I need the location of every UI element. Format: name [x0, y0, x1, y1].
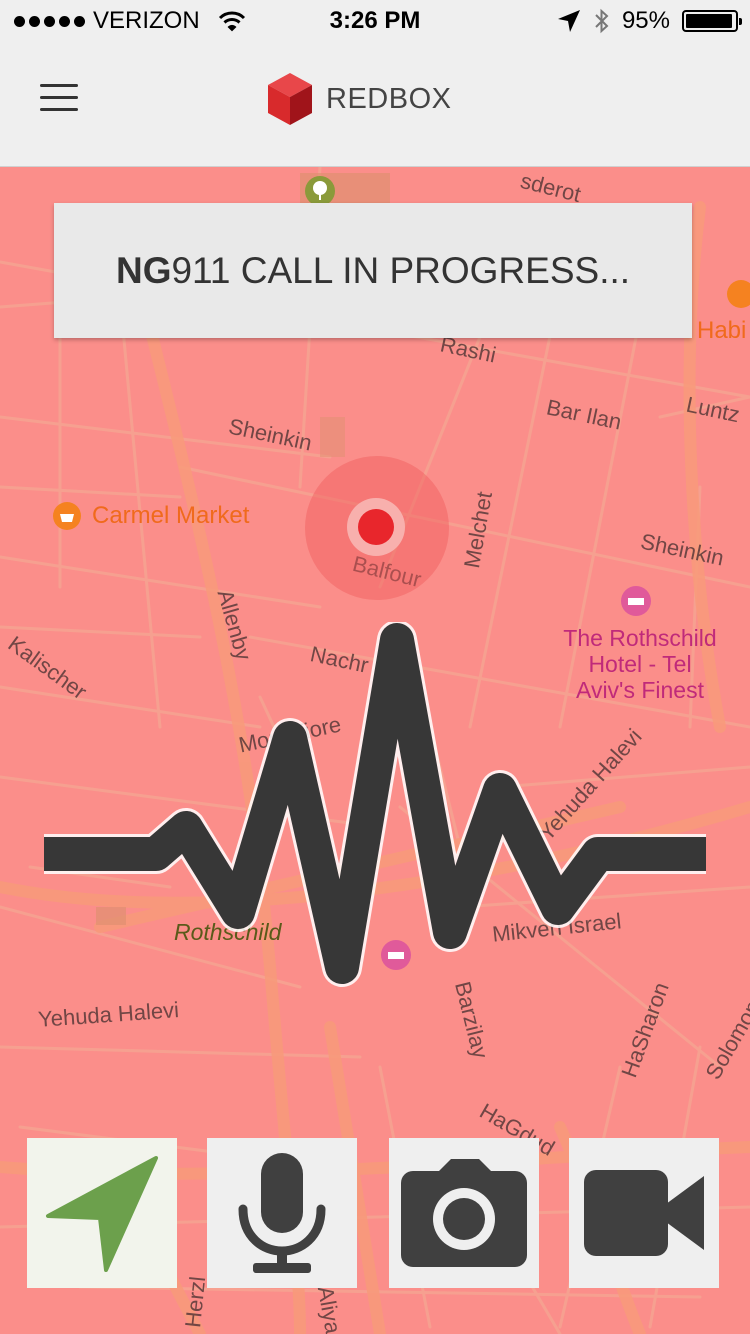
- audio-waveform-icon: [44, 622, 706, 987]
- microphone-icon: [238, 1153, 326, 1273]
- microphone-button[interactable]: [207, 1138, 357, 1288]
- current-location-marker[interactable]: [358, 509, 394, 545]
- navigation-arrow-icon: [46, 1156, 158, 1272]
- poi-habima[interactable]: Habi: [697, 317, 746, 345]
- hotel-icon: [620, 585, 652, 622]
- call-status-banner: NG911 CALL IN PROGRESS...: [54, 203, 692, 338]
- status-bar: VERIZON 3:26 PM 95%: [0, 0, 750, 42]
- poi-carmel-market[interactable]: Carmel Market: [52, 501, 249, 531]
- status-right: 95%: [556, 6, 742, 36]
- video-button[interactable]: [569, 1138, 719, 1288]
- brand-name: REDBOX: [326, 82, 452, 115]
- battery-icon: [682, 10, 742, 32]
- app-header: REDBOX: [0, 42, 750, 167]
- camera-icon: [401, 1159, 527, 1267]
- location-arrow-icon: [557, 10, 580, 32]
- restaurant-icon: [726, 279, 750, 314]
- shopping-basket-icon: [53, 502, 81, 530]
- battery-percent: 95%: [621, 7, 670, 34]
- video-camera-icon: [584, 1170, 704, 1256]
- banner-text: 911 CALL IN PROGRESS...: [171, 249, 631, 291]
- share-location-button[interactable]: [27, 1138, 177, 1288]
- map-view[interactable]: Sheinkin Balfour Melchet Allenby Bar Ila…: [0, 167, 750, 1334]
- poi-label: Carmel Market: [92, 502, 250, 529]
- red-cube-icon: [268, 73, 312, 125]
- banner-bold-text: NG: [115, 249, 172, 291]
- brand: REDBOX: [266, 70, 451, 128]
- bluetooth-icon: [595, 8, 609, 34]
- camera-button[interactable]: [389, 1138, 539, 1288]
- hamburger-menu-icon[interactable]: [38, 80, 82, 116]
